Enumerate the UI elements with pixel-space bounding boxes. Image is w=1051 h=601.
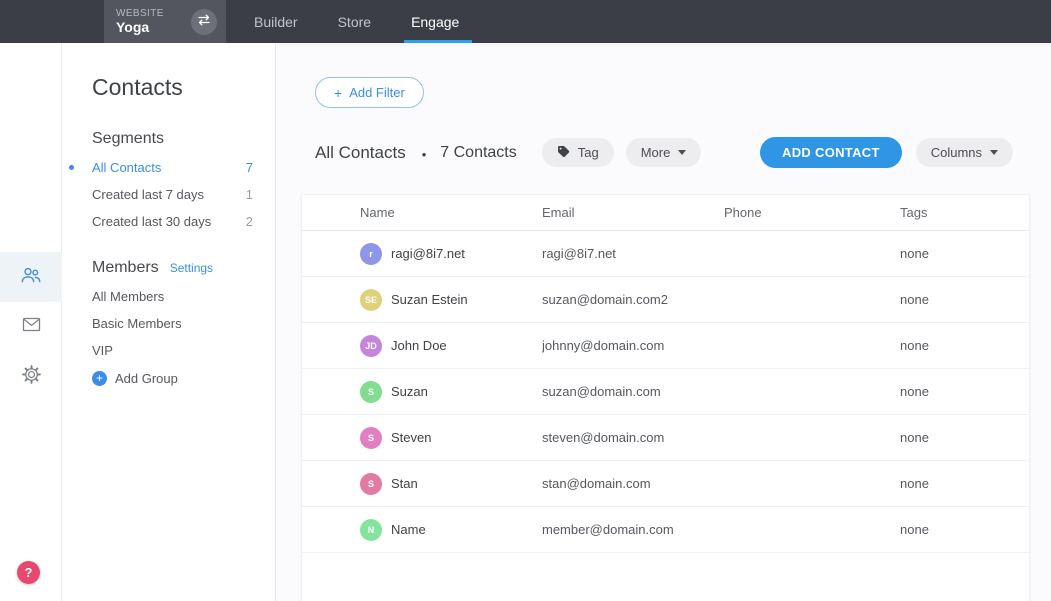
contact-tags: none: [900, 338, 929, 353]
gear-icon: [21, 365, 41, 389]
contact-name: Stan: [391, 476, 418, 491]
contacts-count: 7 Contacts: [440, 143, 517, 161]
more-button[interactable]: More: [625, 138, 702, 167]
tab-store[interactable]: Store: [318, 0, 391, 43]
add-group-button[interactable]: + Add Group: [62, 364, 275, 393]
table-row[interactable]: S Steven steven@domain.com none: [302, 415, 1029, 461]
tab-engage[interactable]: Engage: [391, 0, 479, 43]
site-name: Yoga: [116, 19, 150, 36]
panel-title: Contacts: [92, 74, 183, 100]
avatar: JD: [360, 334, 382, 357]
separator-dot: •: [421, 147, 427, 162]
top-bar: WEBSITE Yoga Builder Store Engage: [0, 0, 1051, 43]
members-item-vip[interactable]: VIP: [62, 337, 275, 364]
swap-arrows-icon: [197, 13, 211, 31]
segment-all-contacts[interactable]: All Contacts 7: [62, 154, 275, 181]
table-row[interactable]: S Suzan suzan@domain.com none: [302, 369, 1029, 415]
table-row[interactable]: JD John Doe johnny@domain.com none: [302, 323, 1029, 369]
table-row[interactable]: N Name member@domain.com none: [302, 507, 1029, 553]
contact-email: stan@domain.com: [542, 476, 651, 491]
site-switcher[interactable]: WEBSITE Yoga: [104, 0, 226, 43]
current-segment-title: All Contacts: [315, 142, 406, 162]
switch-site-button[interactable]: [191, 8, 217, 35]
columns-button[interactable]: Columns: [915, 138, 1013, 167]
contact-name: Name: [391, 522, 426, 537]
members-settings-link[interactable]: Settings: [170, 261, 213, 275]
contact-name: John Doe: [391, 338, 447, 353]
chevron-down-icon: [990, 150, 998, 155]
rail-item-mail[interactable]: [0, 302, 62, 352]
column-header-tags: Tags: [900, 205, 928, 220]
add-filter-button[interactable]: + Add Filter: [315, 77, 424, 108]
contact-name: Steven: [391, 430, 432, 445]
column-header-name: Name: [360, 205, 395, 220]
contact-email: ragi@8i7.net: [542, 246, 616, 261]
contacts-table: Name Email Phone Tags r ragi@8i7.net rag…: [301, 194, 1030, 601]
rail-item-contacts[interactable]: [0, 252, 62, 302]
plus-icon: +: [334, 84, 343, 101]
avatar: S: [360, 426, 382, 449]
tag-icon: [557, 145, 578, 161]
contacts-side-panel: Contacts Segments All Contacts 7 Created…: [62, 43, 276, 601]
segments-heading: Segments: [92, 130, 165, 147]
contact-name: Suzan Estein: [391, 292, 468, 307]
table-row[interactable]: SE Suzan Estein suzan@domain.com2 none: [302, 277, 1029, 323]
avatar: N: [360, 518, 382, 541]
avatar: r: [360, 242, 382, 265]
avatar: SE: [360, 288, 382, 311]
avatar: S: [360, 472, 382, 495]
table-header-row: Name Email Phone Tags: [302, 195, 1029, 231]
rail-item-settings[interactable]: [0, 352, 62, 402]
contact-tags: none: [900, 384, 929, 399]
contact-email: suzan@domain.com: [542, 384, 661, 399]
column-header-email: Email: [542, 205, 575, 220]
chevron-down-icon: [678, 150, 687, 155]
members-item-basic[interactable]: Basic Members: [62, 310, 275, 337]
members-item-all[interactable]: All Members: [62, 283, 275, 310]
contact-tags: none: [900, 246, 929, 261]
segment-count: 2: [245, 214, 253, 229]
contact-email: steven@domain.com: [542, 430, 665, 445]
avatar: S: [360, 380, 382, 403]
contact-tags: none: [900, 292, 929, 307]
table-row[interactable]: r ragi@8i7.net ragi@8i7.net none: [302, 231, 1029, 277]
active-segment-dot: [69, 165, 74, 170]
contact-name: ragi@8i7.net: [391, 246, 465, 261]
plus-circle-icon: +: [92, 371, 107, 386]
contact-email: suzan@domain.com2: [542, 292, 668, 307]
contact-name: Suzan: [391, 384, 428, 399]
active-tab-underline: [404, 40, 473, 43]
contact-tags: none: [900, 430, 929, 445]
column-header-phone: Phone: [724, 205, 762, 220]
contact-email: member@domain.com: [542, 522, 674, 537]
tag-button[interactable]: Tag: [541, 138, 614, 167]
main-nav-tabs: Builder Store Engage: [234, 0, 479, 43]
left-icon-rail: ?: [0, 43, 62, 601]
add-contact-button[interactable]: ADD CONTACT: [760, 137, 902, 168]
segment-created-30-days[interactable]: Created last 30 days 2: [62, 208, 275, 235]
contact-email: johnny@domain.com: [542, 338, 665, 353]
main-content: + Add Filter All Contacts • 7 Contacts T…: [277, 43, 1051, 601]
contacts-toolbar: All Contacts • 7 Contacts Tag More ADD C…: [315, 137, 1013, 168]
contact-tags: none: [900, 476, 929, 491]
site-type-label: WEBSITE: [116, 7, 164, 19]
mail-icon: [22, 317, 41, 337]
members-heading: Members: [92, 259, 159, 276]
segment-count: 7: [245, 160, 253, 175]
help-button[interactable]: ?: [17, 561, 40, 584]
segment-created-7-days[interactable]: Created last 7 days 1: [62, 181, 275, 208]
segment-count: 1: [245, 187, 253, 202]
contact-tags: none: [900, 522, 929, 537]
table-row[interactable]: S Stan stan@domain.com none: [302, 461, 1029, 507]
question-icon: ?: [24, 565, 33, 580]
people-icon: [20, 265, 42, 290]
tab-builder[interactable]: Builder: [234, 0, 318, 43]
